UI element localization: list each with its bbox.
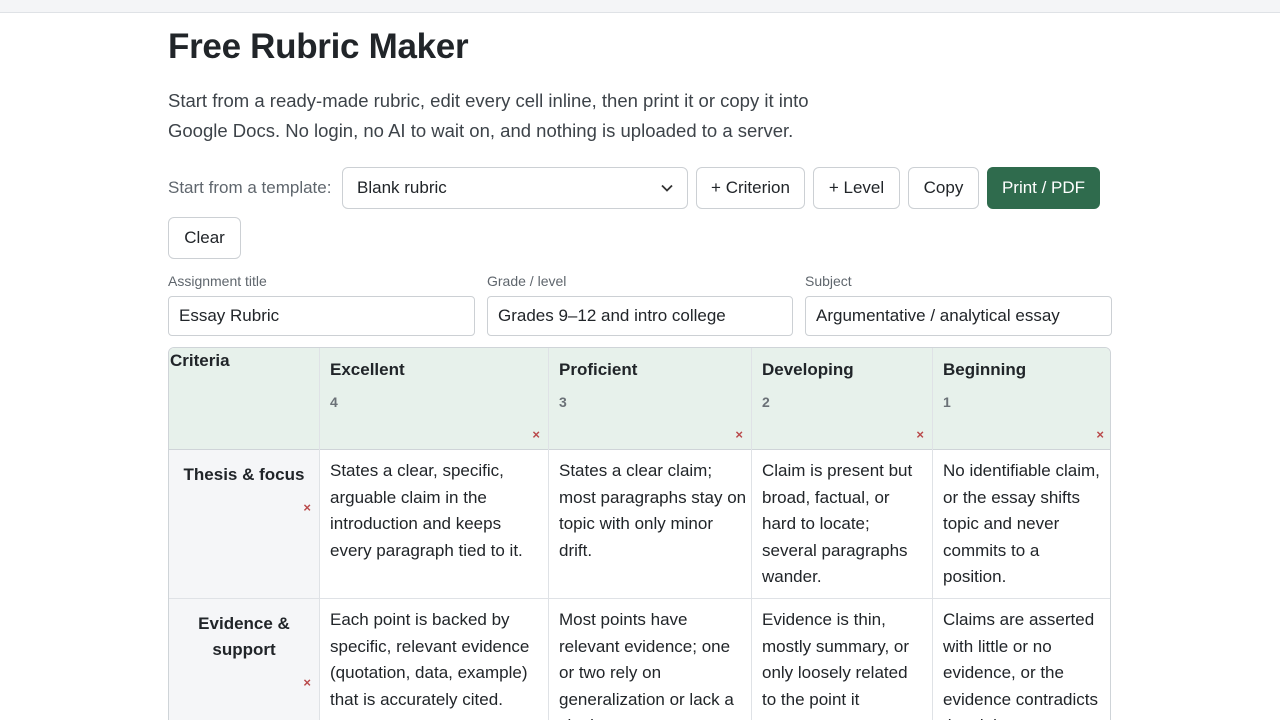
criterion-cell[interactable]: Thesis & focus ×	[169, 450, 319, 599]
template-label: Start from a template:	[168, 178, 332, 197]
remove-criterion-icon[interactable]: ×	[303, 676, 311, 690]
row-divider	[169, 598, 1110, 599]
rubric-cell[interactable]: No identifiable claim, or the essay shif…	[943, 458, 1103, 591]
level-name[interactable]: Proficient	[559, 360, 637, 380]
level-column: Excellent 4 × States a clear, specific, …	[320, 348, 549, 720]
grade-level-input[interactable]: Grades 9–12 and intro college	[487, 296, 793, 336]
browser-top-strip	[0, 0, 1280, 13]
level-name[interactable]: Excellent	[330, 360, 405, 380]
grade-level-label: Grade / level	[487, 273, 567, 289]
rubric-cell[interactable]: States a clear claim; most paragraphs st…	[559, 458, 747, 564]
rubric-table: Criteria Thesis & focus × Evidence & sup…	[168, 347, 1111, 720]
level-score[interactable]: 2	[762, 394, 770, 410]
remove-level-icon[interactable]: ×	[1096, 428, 1104, 442]
print-pdf-button[interactable]: Print / PDF	[987, 167, 1100, 209]
remove-level-icon[interactable]: ×	[916, 428, 924, 442]
level-column: Beginning 1 × No identifiable claim, or …	[933, 348, 1110, 720]
chevron-down-icon	[661, 181, 673, 195]
rubric-cell[interactable]: Each point is backed by specific, releva…	[330, 607, 542, 713]
level-score[interactable]: 3	[559, 394, 567, 410]
level-name[interactable]: Developing	[762, 360, 854, 380]
subject-input[interactable]: Argumentative / analytical essay	[805, 296, 1112, 336]
level-name[interactable]: Beginning	[943, 360, 1026, 380]
rubric-cell[interactable]: Evidence is thin, mostly summary, or onl…	[762, 607, 925, 720]
add-level-button[interactable]: + Level	[813, 167, 900, 209]
rubric-cell[interactable]: Claims are asserted with little or no ev…	[943, 607, 1103, 720]
criteria-column: Criteria Thesis & focus × Evidence & sup…	[169, 348, 320, 720]
subject-label: Subject	[805, 273, 852, 289]
assignment-title-input[interactable]: Essay Rubric	[168, 296, 475, 336]
criterion-label: Thesis & focus	[183, 465, 305, 484]
criterion-label: Evidence & support	[198, 614, 290, 659]
level-score[interactable]: 4	[330, 394, 338, 410]
criteria-header: Criteria	[170, 351, 230, 370]
template-select[interactable]: Blank rubric	[342, 167, 688, 209]
remove-level-icon[interactable]: ×	[735, 428, 743, 442]
level-score[interactable]: 1	[943, 394, 951, 410]
clear-button[interactable]: Clear	[168, 217, 241, 259]
criterion-cell[interactable]: Evidence & support ×	[169, 599, 319, 720]
level-column: Developing 2 × Claim is present but broa…	[752, 348, 933, 720]
rubric-cell[interactable]: Most points have relevant evidence; one …	[559, 607, 747, 720]
remove-level-icon[interactable]: ×	[532, 428, 540, 442]
level-header-cell[interactable]: Developing 2 ×	[752, 348, 932, 450]
assignment-title-label: Assignment title	[168, 273, 267, 289]
level-column: Proficient 3 × States a clear claim; mos…	[549, 348, 752, 720]
remove-criterion-icon[interactable]: ×	[303, 501, 311, 515]
intro-text: Start from a ready-made rubric, edit eve…	[168, 90, 809, 141]
rubric-cell[interactable]: States a clear, specific, arguable claim…	[330, 458, 542, 564]
level-header-cell[interactable]: Beginning 1 ×	[933, 348, 1110, 450]
copy-button[interactable]: Copy	[908, 167, 979, 209]
add-criterion-button[interactable]: + Criterion	[696, 167, 805, 209]
page-title: Free Rubric Maker	[168, 27, 469, 66]
level-header-cell[interactable]: Proficient 3 ×	[549, 348, 751, 450]
template-select-value: Blank rubric	[357, 178, 447, 197]
criteria-header-cell: Criteria	[169, 348, 319, 450]
rubric-cell[interactable]: Claim is present but broad, factual, or …	[762, 458, 925, 591]
level-header-cell[interactable]: Excellent 4 ×	[320, 348, 548, 450]
